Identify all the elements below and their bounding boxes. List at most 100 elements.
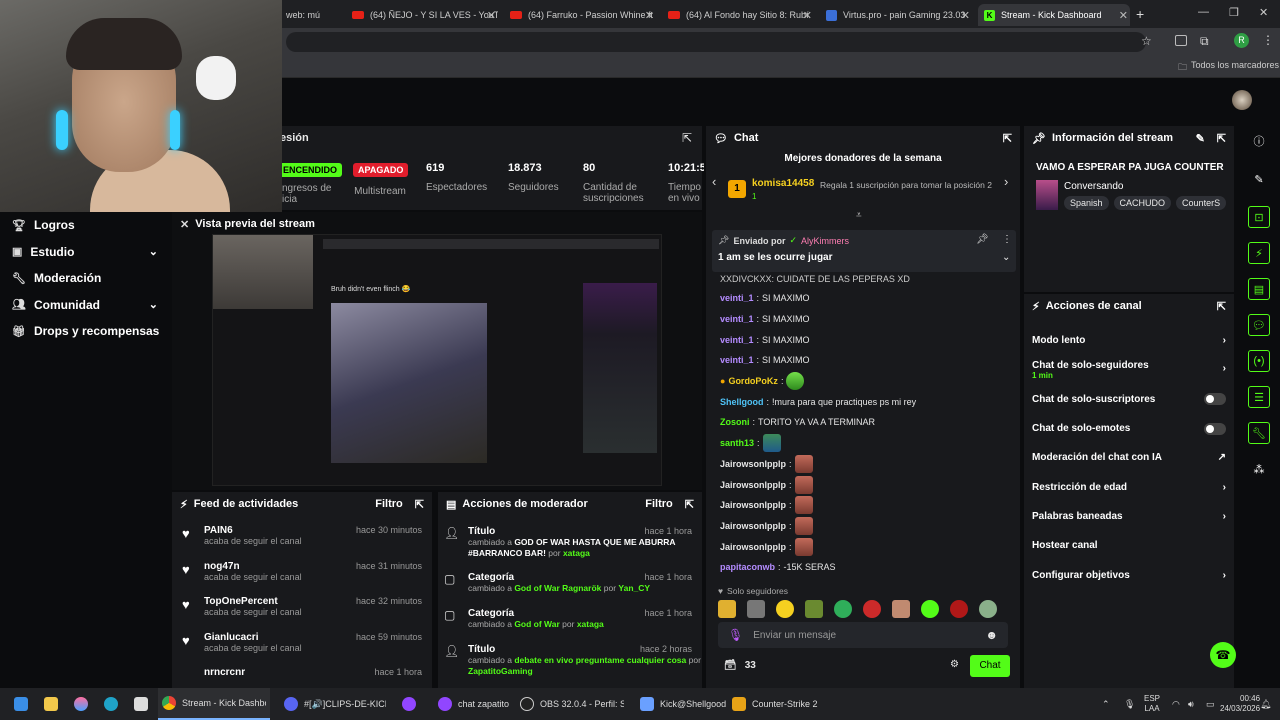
pin-icon[interactable]: 📌︎	[976, 234, 989, 245]
extension-icon[interactable]	[1175, 35, 1187, 46]
scan-icon[interactable]: ⊡	[1248, 206, 1270, 228]
maximize-icon[interactable]: ❐	[1229, 6, 1239, 19]
send-chat-button[interactable]: Chat	[970, 655, 1010, 677]
more-icon[interactable]: ⋮	[1002, 234, 1012, 245]
emote[interactable]	[950, 600, 968, 618]
emoji-icon[interactable]: ☻	[985, 628, 998, 642]
browser-tab[interactable]: (64) ÑEJO - Y SI LA VES - YouTu ✕	[346, 4, 498, 26]
action-solo-emotes[interactable]: Chat de solo-emotes	[1024, 414, 1234, 443]
action-modo-lento[interactable]: Modo lento ›	[1024, 326, 1234, 355]
user-avatar[interactable]	[1232, 90, 1252, 110]
close-icon[interactable]: ✕	[645, 9, 654, 22]
chat-icon[interactable]: 💬︎	[1248, 314, 1270, 336]
toggle-switch[interactable]	[1204, 393, 1226, 406]
minimize-icon[interactable]: —	[1198, 6, 1209, 18]
expand-icon[interactable]: ⇱	[685, 498, 694, 511]
action-restriccion-edad[interactable]: Restricción de edad ›	[1024, 472, 1234, 501]
chevron-right-icon[interactable]: ›	[1004, 174, 1008, 189]
emote[interactable]	[805, 600, 823, 618]
action-solo-suscriptores[interactable]: Chat de solo-suscriptores	[1024, 385, 1234, 414]
new-tab-button[interactable]: +	[1136, 6, 1144, 22]
donor-name[interactable]: komisa14458	[752, 178, 814, 189]
mic-icon[interactable]: 🎙︎	[728, 628, 743, 642]
menu-icon[interactable]: ⋮	[1262, 33, 1274, 47]
emote[interactable]	[718, 600, 736, 618]
stream-category[interactable]: Conversando	[1064, 181, 1123, 192]
chat-input[interactable]: 🎙︎ Enviar un mensaje ☻	[718, 622, 1008, 648]
sidebar-item-moderacion[interactable]: 🔧︎ Moderación	[0, 265, 170, 292]
feed-filter-button[interactable]: Filtro	[375, 498, 403, 510]
tag[interactable]: CACHUDO	[1113, 196, 1172, 210]
edge-icon[interactable]	[100, 688, 122, 720]
chevron-left-icon[interactable]: ‹	[712, 174, 716, 189]
edit-icon[interactable]: ✎	[1248, 168, 1270, 190]
close-window-icon[interactable]: ✕	[1259, 6, 1268, 19]
close-icon[interactable]: ✕	[803, 9, 812, 22]
browser-tab-active[interactable]: K Stream - Kick Dashboard ✕	[978, 4, 1130, 26]
taskbar-item-chrome[interactable]: Stream - Kick Dashboan	[158, 688, 270, 720]
emote[interactable]	[863, 600, 881, 618]
volume-icon[interactable]: 🔊︎	[1184, 688, 1198, 720]
file-explorer-icon[interactable]	[40, 688, 62, 720]
expand-icon[interactable]: ⇱	[1217, 132, 1226, 145]
chevron-up-icon[interactable]: ⌃	[1098, 688, 1114, 720]
list-icon[interactable]: ☰	[1248, 386, 1270, 408]
info-icon[interactable]: ⓘ	[1248, 130, 1270, 152]
support-button[interactable]: ☎	[1210, 642, 1236, 668]
browser-tab[interactable]: (64) Al Fondo hay Sitio 8: Rubí ✕	[662, 4, 814, 26]
emote[interactable]	[747, 600, 765, 618]
tag[interactable]: Spanish	[1064, 196, 1109, 210]
sidebar-item-logros[interactable]: 🏆︎ Logros	[0, 212, 170, 239]
notifications-icon[interactable]: 🔔︎	[1256, 688, 1275, 720]
taskbar-item-app[interactable]	[398, 688, 426, 720]
broadcast-icon[interactable]: (•)	[1248, 350, 1270, 372]
url-field[interactable]	[286, 32, 1146, 52]
emote[interactable]	[776, 600, 794, 618]
start-button[interactable]	[10, 688, 32, 720]
gear-icon[interactable]: ⚙︎	[950, 659, 959, 670]
chevron-down-icon[interactable]: ⩡	[856, 210, 862, 221]
emote[interactable]	[979, 600, 997, 618]
battery-icon[interactable]: ▭	[1202, 688, 1219, 720]
mic-icon[interactable]: 🎙︎	[1120, 688, 1139, 720]
taskbar-item-kick[interactable]: Kick@Shellgood	[636, 688, 726, 720]
taskbar-item-cs2[interactable]: Counter-Strike 2	[728, 688, 818, 720]
close-icon[interactable]: ✕	[487, 9, 496, 22]
channel-points[interactable]: 🗃︎ 33	[724, 660, 756, 671]
browser-tab[interactable]: Virtus.pro - pain Gaming 23.03 ✕	[820, 4, 972, 26]
sidebar-item-estudio[interactable]: ▣ Estudio ⌄	[0, 239, 170, 266]
close-icon[interactable]: ✕	[961, 9, 970, 22]
expand-icon[interactable]: ⇱	[1217, 300, 1226, 313]
expand-icon[interactable]: ⇱	[1003, 132, 1012, 145]
emote[interactable]	[921, 600, 939, 618]
action-moderacion-ia[interactable]: Moderación del chat con IA ↗	[1024, 443, 1234, 472]
browser-tab[interactable]: web: mú	[280, 4, 344, 26]
bolt-icon[interactable]: ⚡︎	[1248, 242, 1270, 264]
preview-video[interactable]: Bruh didn't even flinch 😂	[212, 234, 662, 486]
star-icon[interactable]: ☆	[1141, 34, 1152, 48]
wifi-icon[interactable]: ◠	[1168, 688, 1184, 720]
toggle-switch[interactable]	[1204, 422, 1226, 435]
store-icon[interactable]	[130, 688, 152, 720]
sidebar-item-comunidad[interactable]: 👥︎ Comunidad ⌄	[0, 292, 170, 319]
edit-icon[interactable]: ✎	[1196, 132, 1205, 145]
all-bookmarks-button[interactable]: 🗀 Todos los marcadores	[1178, 60, 1279, 76]
expand-icon[interactable]: ⇱	[682, 131, 692, 145]
action-hostear-canal[interactable]: Hostear canal	[1024, 531, 1234, 560]
browser-tab[interactable]: (64) Farruko - Passion Whine ft ✕	[504, 4, 656, 26]
emote[interactable]	[892, 600, 910, 618]
copilot-icon[interactable]	[70, 688, 92, 720]
pinned-user[interactable]: AlyKimmers	[801, 236, 849, 246]
taskbar-item-obs[interactable]: OBS 32.0.4 - Perfil: Sin T	[516, 688, 628, 720]
tag[interactable]: CounterS	[1176, 196, 1227, 210]
expand-icon[interactable]: ⇱	[415, 498, 424, 511]
taskbar-item-chat[interactable]: chat zapatito	[434, 688, 514, 720]
community-icon[interactable]: ⁂	[1248, 458, 1270, 480]
taskbar-item-discord[interactable]: #[🔊]CLIPS-DE-KICK🔊	[280, 688, 390, 720]
language-indicator[interactable]: ESP LAA	[1144, 694, 1160, 714]
close-icon[interactable]: ✕	[1119, 9, 1128, 22]
clock[interactable]: 00:46 24/03/2026	[1220, 694, 1260, 714]
chevron-down-icon[interactable]: ⌄	[1002, 252, 1010, 263]
modactions-filter-button[interactable]: Filtro	[645, 498, 673, 510]
action-solo-seguidores[interactable]: Chat de solo-seguidores 1 min ›	[1024, 355, 1234, 384]
